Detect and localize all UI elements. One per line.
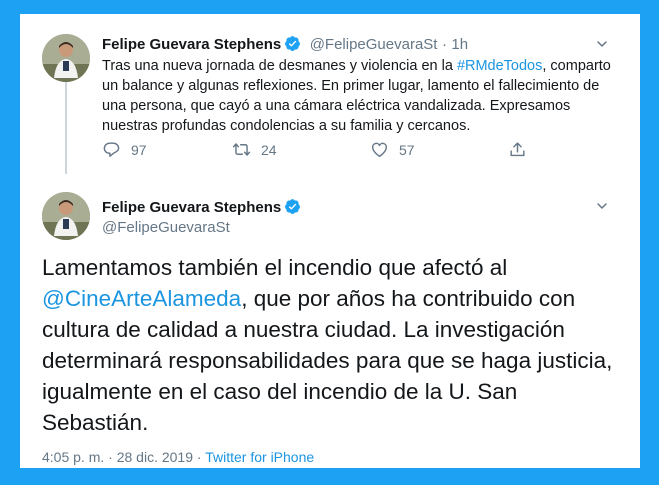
verified-badge-icon <box>285 36 301 51</box>
tweet-date[interactable]: 28 dic. 2019 <box>117 449 193 465</box>
author-name[interactable]: Felipe Guevara Stephens <box>102 199 281 216</box>
author-name[interactable]: Felipe Guevara Stephens <box>102 36 281 53</box>
reply-count: 97 <box>131 141 147 158</box>
tweet-header: Felipe Guevara Stephens @FelipeGuevaraSt… <box>102 35 468 54</box>
avatar-photo <box>42 192 90 240</box>
meta-separator: · <box>196 449 202 465</box>
author-handle[interactable]: @FelipeGuevaraSt <box>310 36 438 53</box>
time-separator: · <box>441 36 447 53</box>
tweet-time[interactable]: 1h <box>451 36 468 53</box>
avatar[interactable] <box>42 192 90 240</box>
like-count: 57 <box>399 141 415 158</box>
reply-button[interactable]: 97 <box>102 140 147 159</box>
tweet-text-part: Lamentamos también el incendio que afect… <box>42 255 508 280</box>
meta-separator: · <box>108 449 113 465</box>
heart-icon <box>372 142 387 157</box>
share-icon <box>510 142 525 157</box>
verified-badge-icon <box>285 199 301 214</box>
tweet-thread-card: Felipe Guevara Stephens @FelipeGuevaraSt… <box>20 14 640 468</box>
hashtag-link[interactable]: #RMdeTodos <box>457 58 542 74</box>
tweet-text-part: Tras una nueva jornada de desmanes y vio… <box>102 58 457 74</box>
tweet-text: Tras una nueva jornada de desmanes y vio… <box>102 56 622 136</box>
chevron-down-icon[interactable] <box>594 36 610 52</box>
like-button[interactable]: 57 <box>370 140 415 159</box>
avatar-photo <box>42 34 90 82</box>
tweet-actions: 97 24 57 <box>102 140 552 164</box>
share-button[interactable] <box>508 140 537 159</box>
retweet-button[interactable]: 24 <box>232 140 277 159</box>
author-handle[interactable]: @FelipeGuevaraSt <box>102 219 230 236</box>
retweet-icon <box>232 143 251 156</box>
chevron-down-icon[interactable] <box>594 198 610 214</box>
tweet-metadata: 4:05 p. m. · 28 dic. 2019 · Twitter for … <box>42 449 314 465</box>
thread-connector-line <box>65 82 67 174</box>
mention-link[interactable]: @CineArteAlameda <box>42 286 241 311</box>
tweet-time[interactable]: 4:05 p. m. <box>42 449 104 465</box>
tweet-header: Felipe Guevara Stephens <box>102 198 301 217</box>
retweet-count: 24 <box>261 141 277 158</box>
avatar[interactable] <box>42 34 90 82</box>
parent-tweet[interactable]: Felipe Guevara Stephens @FelipeGuevaraSt… <box>20 14 640 174</box>
tweet-source-link[interactable]: Twitter for iPhone <box>205 449 314 465</box>
reply-icon <box>103 142 120 157</box>
focused-tweet: Felipe Guevara Stephens @FelipeGuevaraSt… <box>20 174 640 468</box>
tweet-text: Lamentamos también el incendio que afect… <box>42 252 617 438</box>
